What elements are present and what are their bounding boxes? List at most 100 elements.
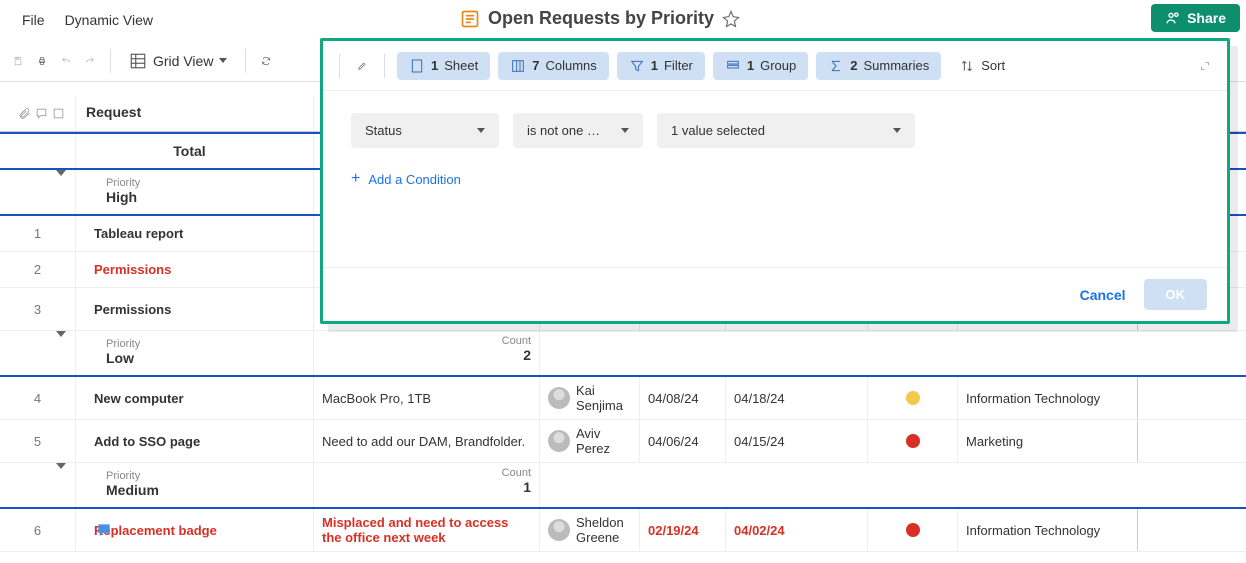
- sort-icon: [959, 58, 975, 74]
- separator: [384, 54, 385, 78]
- cell-status[interactable]: [868, 420, 958, 462]
- undo-icon[interactable]: [56, 51, 76, 71]
- cell-description[interactable]: Need to add our DAM, Brandfolder.: [314, 420, 540, 462]
- cell-assignee[interactable]: Sheldon Greene: [540, 509, 640, 551]
- table-row[interactable]: 5 Add to SSO page Need to add our DAM, B…: [0, 420, 1246, 463]
- request-text: Add to SSO page: [84, 434, 200, 449]
- request-text: New computer: [84, 391, 184, 406]
- filter-count: 1: [651, 58, 658, 73]
- filter-icon: [629, 58, 645, 74]
- ok-button[interactable]: OK: [1144, 279, 1208, 310]
- group-row[interactable]: Priority Low Count2: [0, 331, 1246, 377]
- separator: [339, 54, 340, 78]
- star-icon[interactable]: [722, 10, 740, 28]
- filter-pill[interactable]: 1 Filter: [617, 52, 705, 80]
- columns-pill[interactable]: 7 Columns: [498, 52, 609, 80]
- filter-label: Filter: [664, 58, 693, 73]
- comment-icon: [35, 107, 48, 120]
- cell-request[interactable]: Tableau report: [76, 216, 314, 251]
- proof-icon: [52, 107, 65, 120]
- group-row[interactable]: Priority Medium Count1: [0, 463, 1246, 509]
- status-dot: [906, 434, 920, 448]
- add-condition-button[interactable]: + Add a Condition: [351, 170, 1199, 188]
- summaries-pill[interactable]: 2 Summaries: [816, 52, 941, 80]
- status-dot: [906, 523, 920, 537]
- sheet-icon: [409, 58, 425, 74]
- add-condition-label: Add a Condition: [368, 172, 461, 187]
- refresh-icon[interactable]: [256, 51, 276, 71]
- cell-date1[interactable]: 04/06/24: [640, 420, 726, 462]
- chevron-down-icon: [621, 128, 629, 133]
- grid-icon: [129, 52, 147, 70]
- filter-op-label: is not one …: [527, 123, 600, 138]
- print-icon[interactable]: [32, 51, 52, 71]
- collapse-icon[interactable]: [56, 469, 66, 484]
- page-title: Open Requests by Priority: [488, 8, 714, 29]
- count-label: Count: [322, 467, 531, 479]
- share-button[interactable]: Share: [1151, 4, 1240, 32]
- menu-file[interactable]: File: [12, 6, 55, 34]
- expand-icon[interactable]: [1195, 56, 1215, 76]
- count-label: Count: [322, 335, 531, 347]
- group-pill[interactable]: 1 Group: [713, 52, 808, 80]
- cell-request[interactable]: Add to SSO page: [76, 420, 314, 462]
- cell-status[interactable]: [868, 377, 958, 419]
- filter-value-label: 1 value selected: [671, 123, 765, 138]
- sort-pill[interactable]: Sort: [949, 52, 1015, 80]
- cell-date1[interactable]: 04/08/24: [640, 377, 726, 419]
- collapse-icon[interactable]: [56, 176, 66, 191]
- table-row[interactable]: 6 Replacement badge Misplaced and need t…: [0, 509, 1246, 552]
- menu-dynamic-view[interactable]: Dynamic View: [55, 6, 163, 34]
- cell-date2[interactable]: 04/18/24: [726, 377, 868, 419]
- cell-assignee[interactable]: Kai Senjima: [540, 377, 640, 419]
- cell-request[interactable]: Permissions: [76, 288, 314, 330]
- filter-operator-select[interactable]: is not one …: [513, 113, 643, 148]
- column-header-request[interactable]: Request: [76, 96, 314, 131]
- columns-icon: [510, 58, 526, 74]
- cell-date2[interactable]: 04/15/24: [726, 420, 868, 462]
- report-icon: [460, 9, 480, 29]
- group-label: Priority: [106, 338, 140, 350]
- row-number: 6: [0, 509, 76, 551]
- cell-assignee[interactable]: Aviv Perez: [540, 420, 640, 462]
- group-label: Group: [760, 58, 796, 73]
- cell-request[interactable]: Permissions: [76, 252, 314, 287]
- chevron-down-icon: [893, 128, 901, 133]
- cell-department[interactable]: Information Technology: [958, 509, 1138, 551]
- filter-value-select[interactable]: 1 value selected: [657, 113, 915, 148]
- sheet-label: Sheet: [444, 58, 478, 73]
- save-icon[interactable]: [8, 51, 28, 71]
- cell-status[interactable]: [868, 509, 958, 551]
- people-icon: [1165, 10, 1181, 26]
- attachment-icon: [18, 107, 31, 120]
- separator: [110, 49, 111, 73]
- chevron-down-icon: [219, 58, 227, 63]
- collapse-icon[interactable]: [56, 337, 66, 352]
- cell-department[interactable]: Information Technology: [958, 377, 1138, 419]
- cell-department[interactable]: Marketing: [958, 420, 1138, 462]
- summaries-count: 2: [850, 58, 857, 73]
- table-row[interactable]: 4 New computer MacBook Pro, 1TB Kai Senj…: [0, 377, 1246, 420]
- filter-panel: 1 Sheet 7 Columns 1 Filter 1 Group 2 Sum…: [323, 41, 1227, 321]
- cell-description[interactable]: MacBook Pro, 1TB: [314, 377, 540, 419]
- grid-view-selector[interactable]: Grid View: [121, 48, 235, 74]
- row-number: 3: [0, 288, 76, 330]
- avatar: [548, 387, 570, 409]
- filter-field-select[interactable]: Status: [351, 113, 499, 148]
- columns-count: 7: [532, 58, 539, 73]
- cell-date2[interactable]: 04/02/24: [726, 509, 868, 551]
- cell-request[interactable]: New computer: [76, 377, 314, 419]
- assignee-name: Sheldon Greene: [576, 515, 631, 545]
- cell-description[interactable]: Misplaced and need to access the office …: [314, 509, 540, 551]
- sheet-pill[interactable]: 1 Sheet: [397, 52, 490, 80]
- summaries-label: Summaries: [863, 58, 929, 73]
- cell-date1[interactable]: 02/19/24: [640, 509, 726, 551]
- avatar: [548, 430, 570, 452]
- edit-icon[interactable]: [352, 56, 372, 76]
- redo-icon[interactable]: [80, 51, 100, 71]
- filter-field-label: Status: [365, 123, 402, 138]
- separator: [245, 49, 246, 73]
- cancel-button[interactable]: Cancel: [1080, 287, 1126, 303]
- comment-indicator-icon[interactable]: [96, 522, 112, 538]
- request-text: Tableau report: [84, 226, 183, 241]
